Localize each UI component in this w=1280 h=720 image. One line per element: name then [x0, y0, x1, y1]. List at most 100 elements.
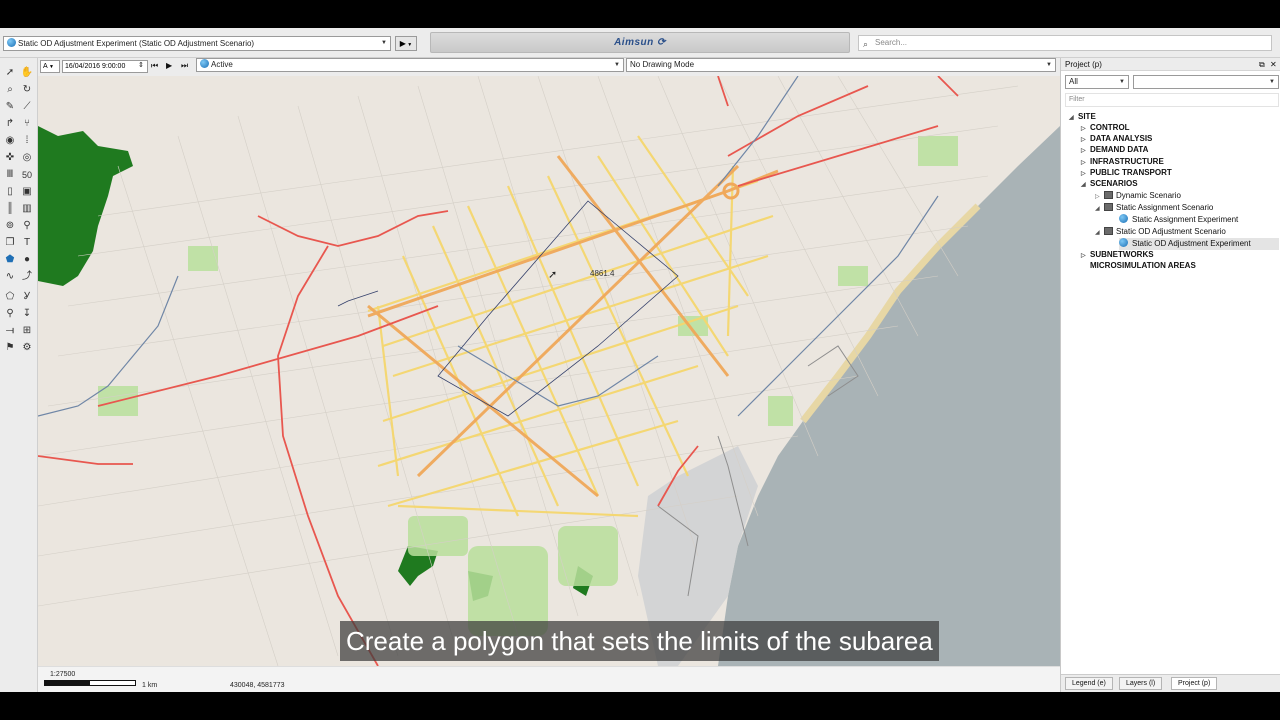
tree-tool-icon[interactable]: Ỿ: [20, 290, 34, 304]
chevron-down-icon: ▼: [614, 62, 620, 68]
select-tool-icon[interactable]: ➚: [3, 66, 17, 80]
speed-sign-icon[interactable]: 50: [20, 168, 34, 182]
marker-tool-icon[interactable]: ↧: [20, 307, 34, 321]
status-bar: 1:27500 1 km 430048, 4581773: [38, 666, 1060, 692]
chevron-down-icon: ▼: [381, 40, 387, 46]
main-toolbar: Static OD Adjustment Experiment (Static …: [0, 28, 1280, 58]
tree-item-demand-data[interactable]: ▷ DEMAND DATA: [1081, 144, 1148, 156]
skip-start-icon[interactable]: ⏮: [151, 61, 158, 71]
scale-ratio: 1:27500: [50, 671, 76, 678]
chevron-down-icon: ▼: [47, 64, 55, 70]
section-tool-icon[interactable]: ✎: [3, 100, 17, 114]
tab-legend[interactable]: Legend (e): [1065, 677, 1113, 690]
type-filter-select[interactable]: All ▼: [1065, 75, 1129, 89]
centroid-tool-icon[interactable]: ◎: [20, 151, 34, 165]
experiment-selector-label: Static OD Adjustment Experiment (Static …: [18, 39, 255, 48]
collapse-icon[interactable]: ◢: [1095, 203, 1104, 215]
barrier-tool-icon[interactable]: ▥: [20, 202, 34, 216]
tree-item-dynamic-scenario[interactable]: ▷ Dynamic Scenario: [1095, 190, 1181, 202]
tree-item-label: PUBLIC TRANSPORT: [1090, 168, 1172, 177]
aimsun-logo-text: Aimsun: [614, 37, 654, 48]
globe-icon: [1119, 238, 1128, 247]
scenario-icon: [1104, 191, 1113, 199]
chevron-down-icon: ▼: [1269, 79, 1275, 85]
line-tool-icon[interactable]: ∿: [3, 270, 17, 284]
lane-tool-icon[interactable]: ⁞: [20, 134, 34, 148]
circle-tool-icon[interactable]: ●: [20, 253, 34, 267]
settings-tool-icon[interactable]: ⚙: [20, 341, 34, 355]
meter-tool-icon[interactable]: ⊚: [3, 219, 17, 233]
chevron-down-icon: ▼: [1046, 62, 1052, 68]
pan-tool-icon[interactable]: ✋: [20, 66, 34, 80]
split-tool-icon[interactable]: ⑂: [20, 117, 34, 131]
panel-title: Project (p): [1065, 60, 1102, 69]
text-tool-icon[interactable]: T: [20, 236, 34, 250]
chevron-down-icon: ▼: [405, 42, 413, 48]
tree-item-scenarios[interactable]: ◢ SCENARIOS: [1081, 178, 1138, 190]
detector-tool-icon[interactable]: Ⅲ: [3, 168, 17, 182]
node-tool-icon[interactable]: ◉: [3, 134, 17, 148]
tree-item-label: Static Assignment Scenario: [1116, 203, 1214, 212]
flag-tool-icon[interactable]: ⚑: [3, 341, 17, 355]
pin-tool-icon[interactable]: ⚲: [3, 307, 17, 321]
run-button[interactable]: ▶ ▼: [395, 36, 417, 51]
tree-item-label: DATA ANALYSIS: [1090, 134, 1153, 143]
turn-tool-icon[interactable]: ↱: [3, 117, 17, 131]
curve-tool-icon[interactable]: ⤴: [20, 270, 34, 284]
globe-icon: [1119, 214, 1128, 223]
tree-item-static-assignment-scenario[interactable]: ◢ Static Assignment Scenario: [1095, 202, 1213, 214]
ruler-tool-icon[interactable]: ⊞: [20, 324, 34, 338]
tree-item-static-od-scenario[interactable]: ◢ Static OD Adjustment Scenario: [1095, 226, 1226, 238]
camera-tool-icon[interactable]: ⬠: [3, 290, 17, 304]
drawing-mode-selector[interactable]: No Drawing Mode ▼: [626, 58, 1056, 72]
bus-stop-icon[interactable]: ▣: [20, 185, 34, 199]
search-input[interactable]: ⌕ Search...: [858, 35, 1272, 51]
datetime-field[interactable]: 16/04/2016 9:00:00: [62, 60, 148, 73]
scale-bar: [44, 680, 136, 686]
skip-end-icon[interactable]: ⏭: [181, 61, 188, 71]
secondary-filter-select[interactable]: ▼: [1133, 75, 1279, 89]
tree-item-microsimulation-areas[interactable]: MICROSIMULATION AREAS: [1090, 260, 1196, 272]
tab-project[interactable]: Project (p): [1171, 677, 1218, 690]
copy-tool-icon[interactable]: ❐: [3, 236, 17, 250]
measure-tool-icon[interactable]: ⟞: [3, 324, 17, 338]
filter-input[interactable]: Filter: [1065, 93, 1279, 107]
tree-item-label: Static Assignment Experiment: [1132, 215, 1239, 224]
vms-tool-icon[interactable]: ⚲: [20, 219, 34, 233]
map-canvas[interactable]: 4861.4 ➚ Create a polygon that sets the …: [38, 76, 1060, 666]
scenario-icon: [1104, 203, 1113, 211]
search-icon: ⌕: [863, 39, 869, 49]
tool-palette: ➚ ✋ ⌕ ↻ ✎ ⟋ ↱ ⑂ ◉ ⁞ ✜ ◎ Ⅲ 50 ▯ ▣ ║ ▥ ⊚ ⚲…: [0, 58, 38, 692]
mode-selector[interactable]: A ▼: [40, 60, 60, 73]
junction-tool-icon[interactable]: ✜: [3, 151, 17, 165]
collapse-icon[interactable]: ◢: [1081, 179, 1090, 191]
play-icon[interactable]: ▶: [166, 61, 172, 70]
datetime-value: 16/04/2016 9:00:00: [65, 63, 126, 70]
tree-item-static-assignment-experiment[interactable]: Static Assignment Experiment: [1119, 214, 1238, 226]
video-caption: Create a polygon that sets the limits of…: [340, 621, 939, 661]
experiment-selector[interactable]: Static OD Adjustment Experiment (Static …: [3, 36, 391, 51]
signal-tool-icon[interactable]: ▯: [3, 185, 17, 199]
close-icon[interactable]: ✕: [1270, 58, 1277, 71]
rotate-tool-icon[interactable]: ↻: [20, 83, 34, 97]
tab-layers[interactable]: Layers (l): [1119, 677, 1163, 690]
expand-icon[interactable]: ▷: [1081, 250, 1090, 262]
collapse-icon[interactable]: ◢: [1095, 227, 1104, 239]
polyline-tool-icon[interactable]: ⟋: [20, 100, 34, 114]
float-icon[interactable]: ⧉: [1259, 58, 1265, 71]
tree-item-label: SUBNETWORKS: [1090, 250, 1154, 259]
scenario-icon: [1104, 227, 1113, 235]
type-filter-label: All: [1069, 77, 1078, 86]
tree-item-label: DEMAND DATA: [1090, 145, 1149, 154]
globe-icon: [200, 59, 209, 68]
stepper-icon[interactable]: ⇕: [138, 61, 144, 69]
search-placeholder: Search...: [875, 38, 908, 47]
panel-header: Project (p) ⧉ ✕: [1061, 58, 1280, 71]
state-selector[interactable]: Active ▼: [196, 58, 624, 72]
app-window: Static OD Adjustment Experiment (Static …: [0, 28, 1280, 692]
crosswalk-tool-icon[interactable]: ║: [3, 202, 17, 216]
tree-item-label: Static OD Adjustment Experiment: [1132, 239, 1251, 248]
collapse-icon[interactable]: ◢: [1069, 112, 1078, 124]
zoom-tool-icon[interactable]: ⌕: [3, 83, 17, 97]
polygon-tool-icon[interactable]: ⬟: [3, 253, 17, 267]
